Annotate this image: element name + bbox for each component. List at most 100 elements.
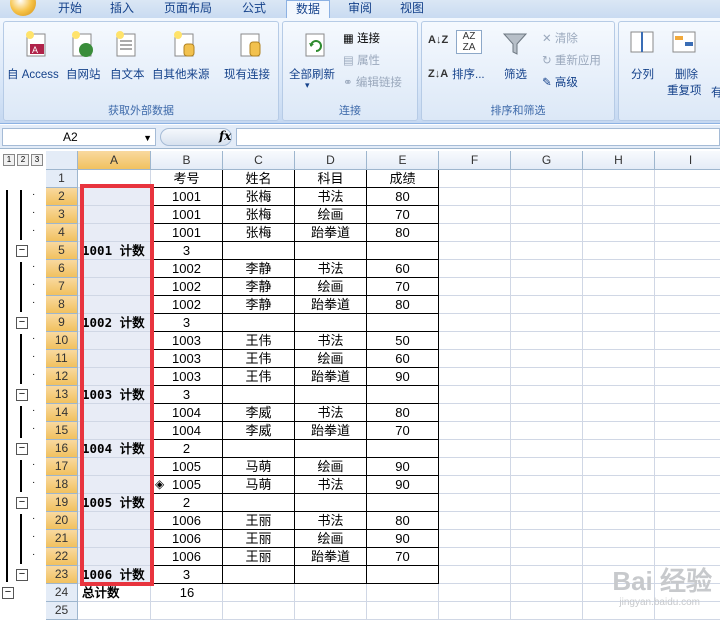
cell-b16[interactable]: 2	[151, 440, 223, 458]
filter-button[interactable]: 筛选	[504, 66, 527, 82]
cell-d21[interactable]: 绘画	[295, 530, 367, 548]
outline-collapse-button[interactable]: −	[16, 317, 28, 329]
row-header-11[interactable]: 11	[46, 350, 78, 368]
cell-b4[interactable]: 1001	[151, 224, 223, 242]
cell-e17[interactable]: 90	[367, 458, 439, 476]
cell-d3[interactable]: 绘画	[295, 206, 367, 224]
cell-c1[interactable]: 姓名	[223, 170, 295, 188]
row-header-1[interactable]: 1	[46, 170, 78, 188]
properties-button[interactable]: ▤ 属性	[343, 52, 380, 68]
cell-e14[interactable]: 80	[367, 404, 439, 422]
cell-b21[interactable]: 1006	[151, 530, 223, 548]
outline-collapse-button[interactable]: −	[16, 497, 28, 509]
outline-level-1-button[interactable]: 1	[3, 154, 15, 166]
cell-d20[interactable]: 书法	[295, 512, 367, 530]
cell-c10[interactable]: 王伟	[223, 332, 295, 350]
outline-collapse-button[interactable]: −	[16, 245, 28, 257]
cell-e12[interactable]: 90	[367, 368, 439, 386]
tab-view[interactable]: 视图	[390, 0, 434, 18]
cell-e23[interactable]	[367, 566, 439, 584]
cell-d9[interactable]	[295, 314, 367, 332]
cell-c24[interactable]	[223, 584, 295, 602]
row-header-17[interactable]: 17	[46, 458, 78, 476]
column-header-i[interactable]: I	[655, 151, 720, 170]
cell-c23[interactable]	[223, 566, 295, 584]
cell-c19[interactable]	[223, 494, 295, 512]
cell-c2[interactable]: 张梅	[223, 188, 295, 206]
cell-b9[interactable]: 3	[151, 314, 223, 332]
existing-connections-button[interactable]: 现有连接	[224, 66, 270, 82]
cell-c21[interactable]: 王丽	[223, 530, 295, 548]
cell-c13[interactable]	[223, 386, 295, 404]
cell-b7[interactable]: 1002	[151, 278, 223, 296]
cell-e16[interactable]	[367, 440, 439, 458]
row-header-16[interactable]: 16	[46, 440, 78, 458]
sort-ascending-icon[interactable]: A↓Z	[428, 34, 448, 46]
cell-c14[interactable]: 李威	[223, 404, 295, 422]
cell-d19[interactable]	[295, 494, 367, 512]
cell-c18[interactable]: 马萌	[223, 476, 295, 494]
cell-b11[interactable]: 1003	[151, 350, 223, 368]
cell-c25[interactable]	[223, 602, 295, 620]
cell-a24[interactable]: 总计数	[78, 584, 151, 602]
cell-b17[interactable]: 1005	[151, 458, 223, 476]
column-header-c[interactable]: C	[223, 151, 295, 170]
tab-insert[interactable]: 插入	[100, 0, 144, 18]
tab-formulas[interactable]: 公式	[232, 0, 276, 18]
cell-c8[interactable]: 李静	[223, 296, 295, 314]
cell-c16[interactable]	[223, 440, 295, 458]
cell-c22[interactable]: 王丽	[223, 548, 295, 566]
cell-b23[interactable]: 3	[151, 566, 223, 584]
row-header-7[interactable]: 7	[46, 278, 78, 296]
cell-e19[interactable]	[367, 494, 439, 512]
row-header-24[interactable]: 24	[46, 584, 78, 602]
row-header-19[interactable]: 19	[46, 494, 78, 512]
row-header-18[interactable]: 18	[46, 476, 78, 494]
cell-a25[interactable]	[78, 602, 151, 620]
cell-d14[interactable]: 书法	[295, 404, 367, 422]
outline-collapse-button[interactable]: −	[16, 443, 28, 455]
cell-d5[interactable]	[295, 242, 367, 260]
column-header-b[interactable]: B	[151, 151, 223, 170]
cell-c5[interactable]	[223, 242, 295, 260]
cell-d17[interactable]: 绘画	[295, 458, 367, 476]
cell-d15[interactable]: 跆拳道	[295, 422, 367, 440]
office-button[interactable]	[10, 0, 36, 16]
chevron-down-icon[interactable]: ▼	[143, 130, 152, 146]
from-other-sources-button[interactable]: 自其他来源	[152, 66, 210, 82]
cell-d16[interactable]	[295, 440, 367, 458]
row-header-4[interactable]: 4	[46, 224, 78, 242]
cell-c3[interactable]: 张梅	[223, 206, 295, 224]
truncated-button[interactable]: 有	[711, 84, 720, 100]
cell-d2[interactable]: 书法	[295, 188, 367, 206]
cell-c7[interactable]: 李静	[223, 278, 295, 296]
cell-d8[interactable]: 跆拳道	[295, 296, 367, 314]
remove-duplicates-button[interactable]: 删除	[675, 66, 698, 82]
tab-home[interactable]: 开始	[48, 0, 92, 18]
cell-d18[interactable]: 书法	[295, 476, 367, 494]
cell-c12[interactable]: 王伟	[223, 368, 295, 386]
cell-e18[interactable]: 90	[367, 476, 439, 494]
cell-b14[interactable]: 1004	[151, 404, 223, 422]
cell-e22[interactable]: 70	[367, 548, 439, 566]
cell-d4[interactable]: 跆拳道	[295, 224, 367, 242]
edit-links-button[interactable]: ⚭ 编辑链接	[343, 74, 402, 90]
cell-c20[interactable]: 王丽	[223, 512, 295, 530]
cell-d12[interactable]: 跆拳道	[295, 368, 367, 386]
row-header-10[interactable]: 10	[46, 332, 78, 350]
column-header-e[interactable]: E	[367, 151, 439, 170]
tab-page-layout[interactable]: 页面布局	[156, 0, 220, 18]
cell-b8[interactable]: 1002	[151, 296, 223, 314]
row-header-22[interactable]: 22	[46, 548, 78, 566]
cell-d7[interactable]: 绘画	[295, 278, 367, 296]
cell-c6[interactable]: 李静	[223, 260, 295, 278]
tab-review[interactable]: 审阅	[338, 0, 382, 18]
cell-b13[interactable]: 3	[151, 386, 223, 404]
cell-b3[interactable]: 1001	[151, 206, 223, 224]
advanced-button[interactable]: ✎ 高级	[542, 74, 578, 90]
row-header-5[interactable]: 5	[46, 242, 78, 260]
row-header-20[interactable]: 20	[46, 512, 78, 530]
cell-d13[interactable]	[295, 386, 367, 404]
cell-b1[interactable]: 考号	[151, 170, 223, 188]
cell-e11[interactable]: 60	[367, 350, 439, 368]
